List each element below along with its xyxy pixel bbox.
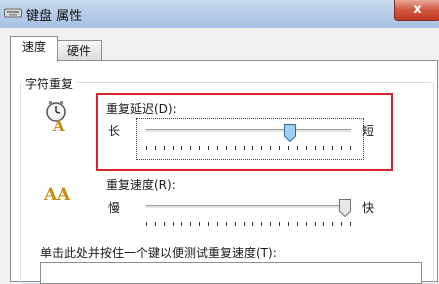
slider-tick bbox=[226, 222, 227, 226]
slider-tick bbox=[208, 222, 209, 226]
slider-tick bbox=[341, 222, 342, 226]
highlight-box bbox=[96, 93, 393, 171]
slider-tick bbox=[199, 222, 200, 226]
title-bar[interactable]: 键盘 属性 x bbox=[0, 0, 439, 28]
slider-tick bbox=[190, 222, 191, 226]
slider-tick bbox=[350, 222, 351, 226]
slider-tick bbox=[164, 222, 165, 226]
slider-tick bbox=[315, 222, 316, 226]
repeat-rate-min-label: 慢 bbox=[108, 201, 121, 215]
slider-tick bbox=[173, 222, 174, 226]
keyboard-icon bbox=[4, 8, 22, 18]
window-title: 键盘 属性 bbox=[26, 9, 83, 24]
repeat-rate-ticks bbox=[146, 222, 351, 227]
repeat-rate-slider-thumb[interactable] bbox=[339, 199, 351, 217]
test-input[interactable] bbox=[40, 262, 422, 284]
svg-text:A: A bbox=[56, 185, 71, 204]
slider-tick bbox=[261, 222, 262, 226]
clock-a-icon: A bbox=[46, 101, 66, 133]
slider-tick bbox=[288, 222, 289, 226]
slider-tick bbox=[235, 222, 236, 226]
slider-tick bbox=[306, 222, 307, 226]
group-title: 字符重复 bbox=[22, 75, 77, 92]
slider-tick bbox=[252, 222, 253, 226]
slider-tick bbox=[146, 222, 147, 226]
slider-tick bbox=[332, 222, 333, 226]
slider-tick bbox=[323, 222, 324, 226]
svg-text:A: A bbox=[43, 185, 58, 204]
slider-tick bbox=[181, 222, 182, 226]
slider-tick bbox=[279, 222, 280, 226]
slider-tick bbox=[297, 222, 298, 226]
close-button[interactable]: x bbox=[394, 0, 439, 21]
repeat-delay-slider-thumb[interactable] bbox=[284, 124, 296, 142]
slider-tick bbox=[217, 222, 218, 226]
slider-tick bbox=[244, 222, 245, 226]
tab-speed-label: 速度 bbox=[21, 40, 46, 54]
tab-hardware-label: 硬件 bbox=[66, 44, 91, 58]
aa-icon: A A bbox=[43, 185, 71, 204]
repeat-rate-label: 重复速度(R): bbox=[106, 178, 176, 192]
tab-speed[interactable]: 速度 bbox=[10, 36, 58, 62]
slider-tick bbox=[270, 222, 271, 226]
tab-hardware[interactable]: 硬件 bbox=[56, 40, 102, 61]
test-label: 单击此处并按住一个键以便测试重复速度(T): bbox=[40, 246, 277, 260]
svg-text:A: A bbox=[52, 117, 65, 133]
slider-tick bbox=[155, 222, 156, 226]
repeat-rate-track[interactable] bbox=[146, 205, 351, 209]
repeat-rate-max-label: 快 bbox=[362, 201, 375, 215]
